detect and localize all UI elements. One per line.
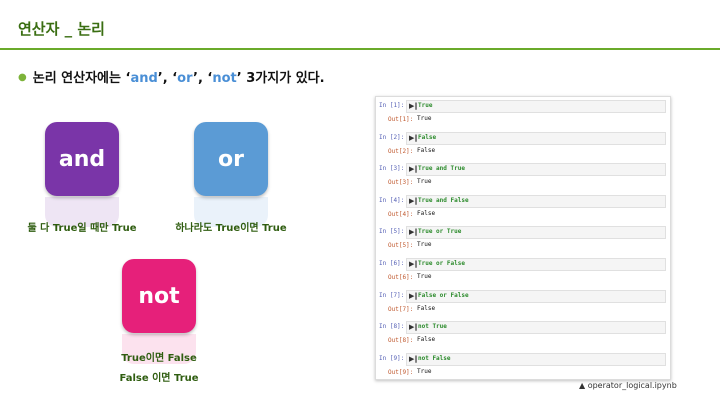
run-cell-icon[interactable]: ▶‖ [409,197,418,205]
code-input[interactable]: ▶‖ True or False [406,258,666,271]
or-operator-box: or [194,122,268,196]
out-prompt: Out[3]: [388,179,414,187]
bullet-sep-2: ’, ‘ [193,71,213,86]
notebook-cell: In [3]: ▶‖ True and True Out[3]: True [376,160,670,190]
keyword-or: or [177,71,194,86]
run-cell-icon[interactable]: ▶‖ [409,260,418,268]
run-cell-icon[interactable]: ▶‖ [409,165,418,173]
code-text: False or False [418,291,469,299]
and-operator-description: 둘 다 True일 때만 True [27,223,137,234]
and-operator-box: and [45,122,119,196]
keyword-and: and [130,71,158,86]
code-input[interactable]: ▶‖ not True [406,321,666,335]
out-prompt: Out[8]: [388,337,414,345]
bullet-dot-icon: ● [18,72,27,83]
not-operator-label: not [138,283,180,309]
in-prompt: In [4]: [379,196,405,204]
code-input[interactable]: ▶‖ False or False [406,289,666,303]
or-operator-label: or [218,146,244,172]
keyword-not: not [212,71,237,86]
run-cell-icon[interactable]: ▶‖ [409,228,418,236]
code-text: False [418,133,437,141]
notebook-cell: In [8]: ▶‖ not True Out[8]: False [376,318,670,348]
code-input[interactable]: ▶‖ True and False [406,194,666,208]
not-operator-box: not [122,259,196,333]
code-text: not False [418,354,451,362]
notebook-cell: In [7]: ▶‖ False or False Out[7]: False [376,287,670,317]
in-prompt: In [1]: [379,102,405,109]
code-text: True or True [418,228,462,236]
not-operator-description-2: False 이면 True [119,373,199,384]
bullet-sep-1: ’, ‘ [157,71,178,86]
in-prompt: In [7]: [379,291,405,299]
out-prompt: Out[7]: [388,305,414,313]
cell-output: True [417,367,432,375]
notebook-cell: In [6]: ▶‖ True or False Out[6]: True [376,255,670,285]
in-prompt: In [3]: [379,165,405,173]
code-text: True and True [418,165,465,173]
cell-output: False [417,146,436,154]
code-input[interactable]: ▶‖ True [406,100,666,113]
in-prompt: In [8]: [379,323,405,331]
notebook-cell: In [1]: ▶‖ True Out[1]: True [376,97,670,127]
cell-output: True [417,115,432,122]
cell-output: False [417,304,436,312]
notebook-caption: ▲ operator_logical.ipynb [579,381,677,390]
in-prompt: In [5]: [379,228,405,236]
code-text: True and False [418,196,469,204]
cell-output: False [417,209,436,217]
in-prompt: In [6]: [379,260,405,267]
out-prompt: Out[4]: [388,210,414,218]
notebook-screenshot: In [1]: ▶‖ True Out[1]: True In [2]: ▶‖ False Ou… [375,96,671,380]
code-text: True [418,102,433,109]
out-prompt: Out[9]: [388,368,414,376]
code-input[interactable]: ▶‖ False [406,131,666,145]
code-text: not True [418,323,447,331]
run-cell-icon[interactable]: ▶‖ [409,323,418,331]
out-prompt: Out[6]: [388,274,414,281]
run-cell-icon[interactable]: ▶‖ [409,134,418,142]
run-cell-icon[interactable]: ▶‖ [409,102,418,110]
cell-output: True [417,178,432,186]
notebook-cell: In [9]: ▶‖ not False Out[9]: True [376,350,670,379]
slide-title: 연산자 _ 논리 [18,20,105,38]
and-operator-label: and [58,146,106,172]
title-underline [0,48,720,50]
bullet-pre: 논리 연산자에는 ‘ [32,71,131,86]
out-prompt: Out[2]: [388,147,414,155]
run-cell-icon[interactable]: ▶‖ [409,355,418,363]
out-prompt: Out[5]: [388,242,414,250]
in-prompt: In [9]: [379,354,405,362]
cell-output: False [417,336,436,344]
notebook-cell: In [2]: ▶‖ False Out[2]: False [376,129,670,159]
bullet-text: ● 논리 연산자에는 ‘and’, ‘or’, ‘not’ 3가지가 있다. [18,67,325,86]
code-input[interactable]: ▶‖ True or True [406,226,666,240]
out-prompt: Out[1]: [388,116,414,123]
not-operator-description-1: True이면 False [121,353,197,364]
notebook-cell: In [4]: ▶‖ True and False Out[4]: False [376,192,670,222]
notebook-cell: In [5]: ▶‖ True or True Out[5]: True [376,223,670,253]
in-prompt: In [2]: [379,133,405,141]
cell-output: True [417,273,432,280]
cell-output: True [417,241,432,249]
run-cell-icon[interactable]: ▶‖ [409,292,418,300]
code-input[interactable]: ▶‖ not False [406,352,666,366]
code-input[interactable]: ▶‖ True and True [406,163,666,177]
bullet-post: ’ 3가지가 있다. [236,71,325,86]
or-operator-description: 하나라도 True이면 True [175,223,287,234]
code-text: True or False [418,260,465,267]
